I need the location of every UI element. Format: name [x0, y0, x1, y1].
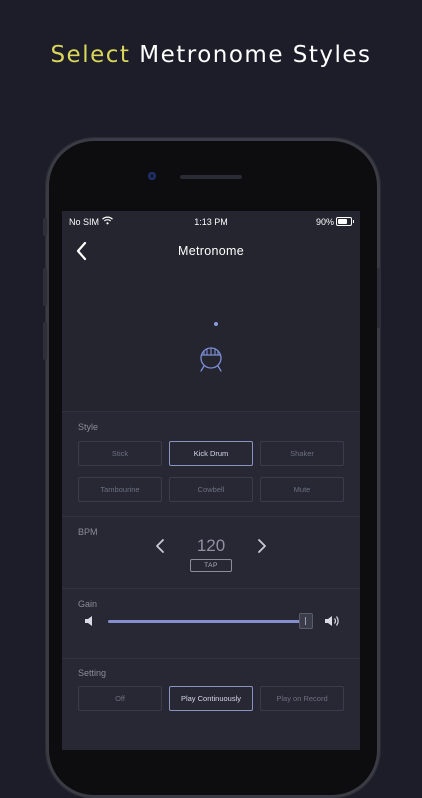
style-option-kick-drum[interactable]: Kick Drum	[169, 441, 253, 466]
promo-headline: Select Metronome Styles	[0, 42, 422, 68]
phone-mute-switch	[43, 218, 47, 236]
earpiece-speaker	[180, 175, 242, 179]
status-bar: No SIM 1:13 PM 90%	[62, 211, 360, 233]
phone-power-button	[377, 268, 381, 328]
style-option-stick[interactable]: Stick	[78, 441, 162, 466]
setting-option-play-on-record[interactable]: Play on Record	[260, 686, 344, 711]
bpm-section: BPM 120 TAP	[62, 516, 360, 589]
gain-section: Gain	[62, 588, 360, 659]
nav-bar: Metronome	[62, 233, 360, 269]
phone-volume-down	[43, 322, 47, 360]
style-option-tambourine[interactable]: Tambourine	[78, 477, 162, 502]
page-title: Metronome	[178, 244, 244, 258]
kick-drum-icon	[200, 347, 222, 372]
style-option-shaker[interactable]: Shaker	[260, 441, 344, 466]
headline-highlight: Select	[50, 42, 131, 68]
gain-label: Gain	[78, 599, 98, 609]
style-option-cowbell[interactable]: Cowbell	[169, 477, 253, 502]
battery-icon	[336, 217, 354, 226]
gain-slider-track[interactable]	[108, 620, 312, 623]
setting-option-play-continuously[interactable]: Play Continuously	[169, 686, 253, 711]
style-option-mute[interactable]: Mute	[260, 477, 344, 502]
drum-display	[62, 269, 360, 411]
gain-slider-thumb[interactable]	[298, 613, 313, 629]
battery-percent: 90%	[315, 217, 334, 227]
tap-tempo-button[interactable]: TAP	[190, 559, 232, 572]
bpm-increase-icon[interactable]	[254, 537, 268, 555]
style-label: Style	[78, 422, 99, 432]
front-camera	[148, 172, 156, 180]
setting-label: Setting	[78, 668, 107, 678]
headline-rest: Metronome Styles	[139, 42, 372, 68]
phone-volume-up	[43, 268, 47, 306]
volume-high-icon	[325, 616, 339, 626]
bpm-value: 120	[196, 536, 226, 555]
app-screen: No SIM 1:13 PM 90% Metronome Style Stick…	[62, 211, 360, 750]
setting-section: Setting Off Play Continuously Play on Re…	[62, 658, 360, 750]
volume-low-icon	[85, 616, 92, 626]
setting-option-off[interactable]: Off	[78, 686, 162, 711]
style-section: Style Stick Kick Drum Shaker Tambourine …	[62, 411, 360, 517]
beat-indicator	[214, 322, 218, 326]
